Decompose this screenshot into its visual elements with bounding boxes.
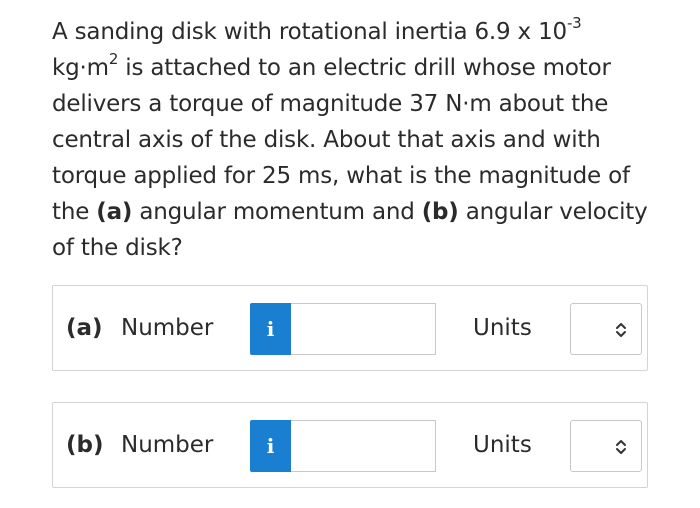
units-select-a[interactable] — [570, 303, 642, 355]
question-unit: kg·m — [52, 55, 109, 81]
up-down-chevron-icon — [616, 323, 626, 337]
part-label-a: (a) — [66, 315, 103, 341]
units-label-a: Units — [473, 315, 532, 341]
number-input-a[interactable] — [291, 303, 436, 355]
info-icon[interactable]: i — [250, 303, 291, 355]
question-text: A sanding disk with rotational inertia 6… — [52, 14, 672, 266]
question-part-a-marker: (a) — [96, 199, 133, 225]
number-input-b[interactable] — [291, 420, 436, 472]
number-label-b: Number — [121, 432, 214, 458]
units-select-b[interactable] — [570, 420, 642, 472]
answer-row-b: (b) Number i Units — [52, 402, 648, 488]
up-down-chevron-icon — [616, 440, 626, 454]
question-body-2: angular momentum and — [132, 199, 422, 225]
question-intro: A sanding disk with rotational inertia 6… — [52, 19, 567, 45]
question-unit-exponent: 2 — [108, 50, 119, 69]
info-icon-glyph: i — [266, 317, 275, 341]
question-exponent: -3 — [566, 14, 582, 33]
answer-row-a: (a) Number i Units — [52, 285, 648, 371]
units-label-b: Units — [473, 432, 532, 458]
info-icon[interactable]: i — [250, 420, 291, 472]
question-part-b-marker: (b) — [421, 199, 459, 225]
number-label-a: Number — [121, 315, 214, 341]
info-icon-glyph: i — [266, 434, 275, 458]
part-label-b: (b) — [66, 432, 104, 458]
